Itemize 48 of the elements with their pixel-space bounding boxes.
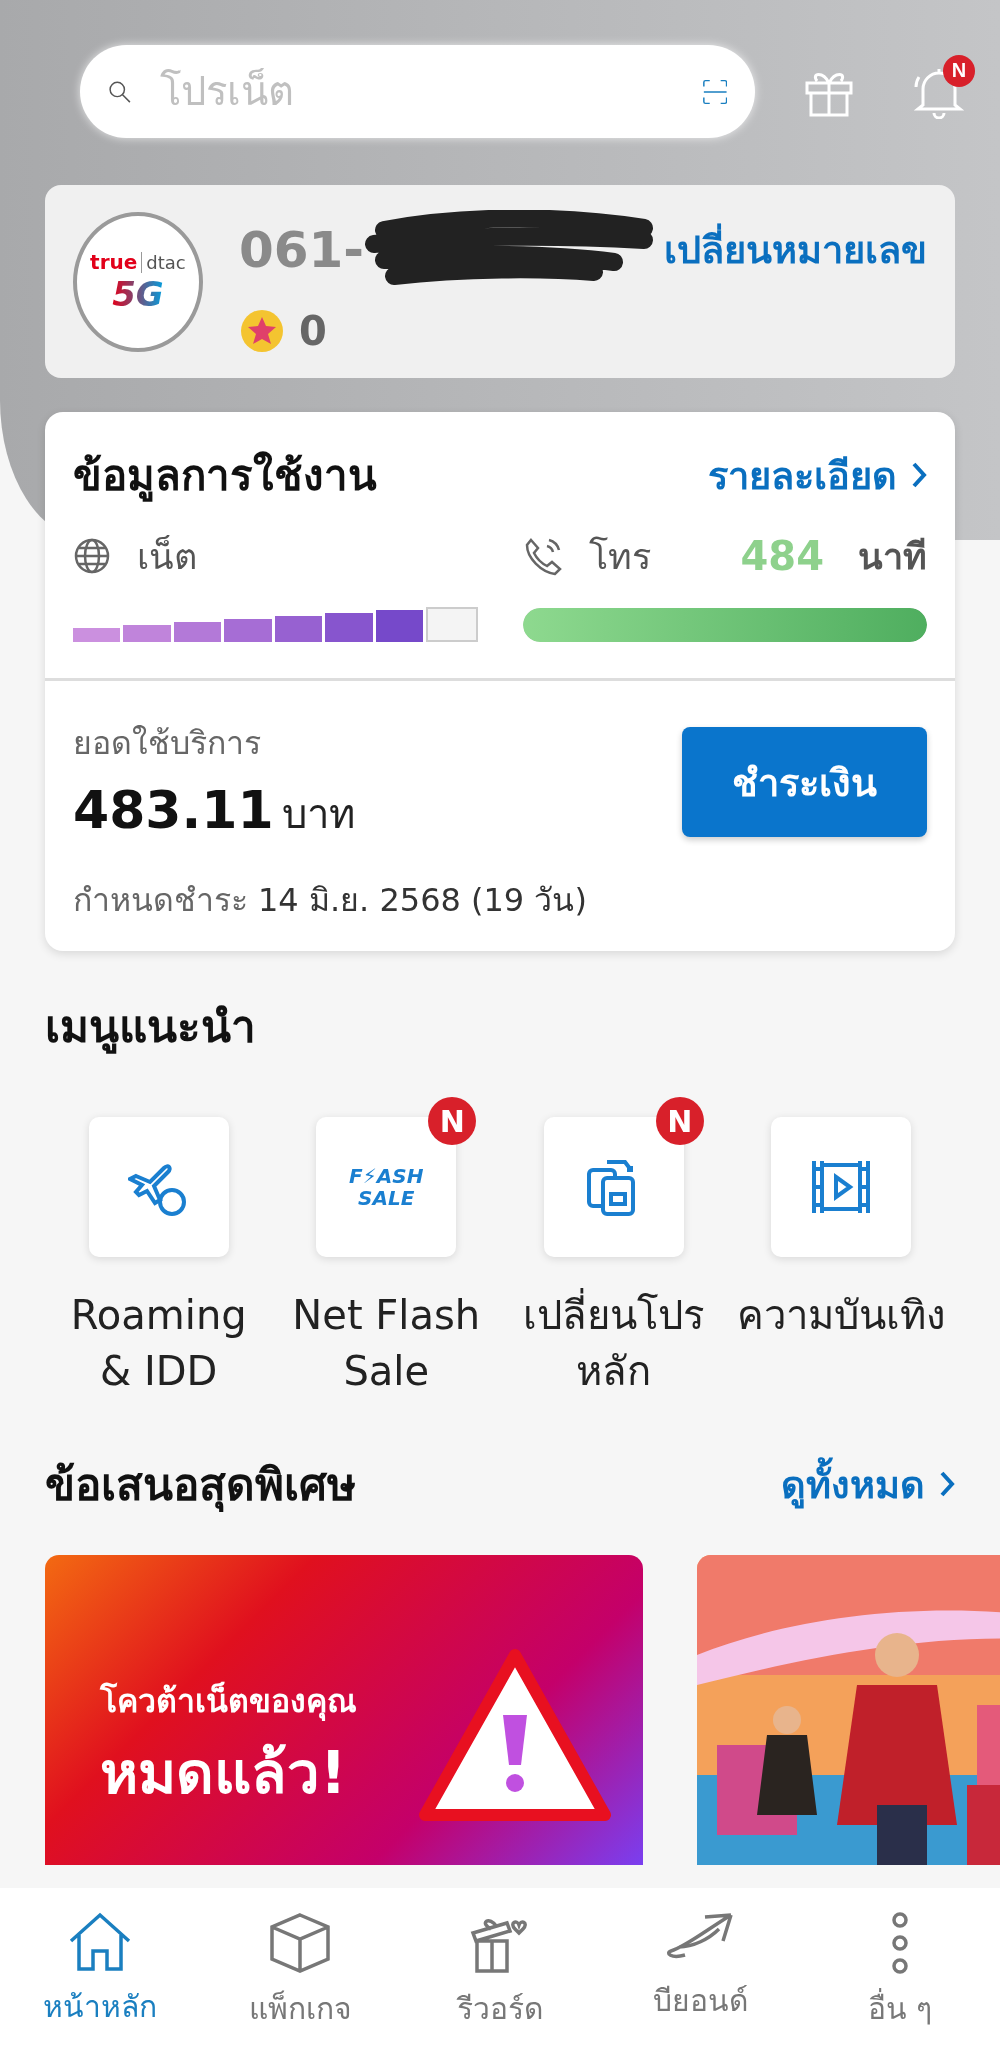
chevron-right-icon [939, 1470, 955, 1498]
points-value: 0 [298, 307, 327, 354]
search-field[interactable]: โปรเน็ต [157, 68, 677, 115]
bill-label: ยอดใช้บริการ [73, 723, 262, 764]
pay-button[interactable]: ชำระเงิน [682, 727, 927, 837]
calls-label: โทร [588, 534, 651, 579]
menu-label: Roaming & IDD [70, 1291, 247, 1396]
promo-banner[interactable]: โควต้าเน็ตของคุณ หมดแล้ว! [45, 1555, 643, 1865]
new-badge: N [428, 1097, 477, 1145]
bill-amount: 483.11 [73, 780, 274, 840]
box-icon [268, 1911, 332, 1975]
card-title: ข้อมูลการใช้งาน [73, 450, 377, 504]
nav-tab[interactable]: บียอนด์ [600, 1910, 800, 2048]
notification-button[interactable]: N [903, 54, 975, 129]
menu-label: Net Flash Sale [292, 1291, 481, 1396]
banner-headline: หมดแล้ว! [100, 1738, 347, 1809]
see-all-link[interactable]: ดูทั้งหมด [781, 1453, 955, 1515]
due-label: กำหนดชำระ [73, 880, 248, 921]
more-icon [890, 1911, 910, 1975]
minutes-value: 484 [740, 533, 824, 579]
globe-icon [73, 537, 111, 575]
nav-tab[interactable]: อื่น ๆ [800, 1910, 1000, 2048]
new-badge: N [655, 1097, 704, 1145]
change-number-link[interactable]: เปลี่ยนหมายเลข [664, 219, 927, 280]
nav-tab[interactable]: แพ็กเกจ [200, 1910, 400, 2048]
internet-label: เน็ต [137, 534, 197, 579]
due-date: 14 มิ.ย. 2568 (19 วัน) [258, 880, 587, 921]
phone-number: 061- [238, 220, 364, 279]
menu-label: ความบันเทิง [736, 1291, 946, 1340]
nav-tab[interactable]: รีวอร์ด [400, 1910, 600, 2048]
notification-badge: N [943, 54, 975, 87]
menu-label: เปลี่ยนโปร หลัก [523, 1287, 705, 1399]
currency-label: บาท [281, 791, 355, 837]
minutes-unit: นาที [858, 534, 927, 579]
home-icon [67, 1911, 133, 1973]
chevron-right-icon [911, 461, 927, 489]
nav-tab[interactable]: หน้าหลัก [0, 1910, 200, 2048]
star-coin-icon [238, 307, 285, 354]
section-title: เมนูแนะนำ [45, 1000, 257, 1056]
details-link[interactable]: รายละเอียด [708, 444, 927, 506]
logo-text: true [90, 249, 138, 274]
flash-sale-icon: F⚡ASH SALE [349, 1165, 424, 1209]
section-title: ข้อเสนอสุดพิเศษ [45, 1458, 356, 1514]
menu-item[interactable]: ความบันเทิง [727, 1117, 955, 1399]
logo-text: dtac [141, 251, 186, 273]
banner-headline: โควต้าเน็ตของคุณ [100, 1680, 357, 1723]
search-bar[interactable]: โปรเน็ต [80, 45, 755, 138]
menu-item[interactable]: Roaming & IDD [45, 1117, 273, 1399]
